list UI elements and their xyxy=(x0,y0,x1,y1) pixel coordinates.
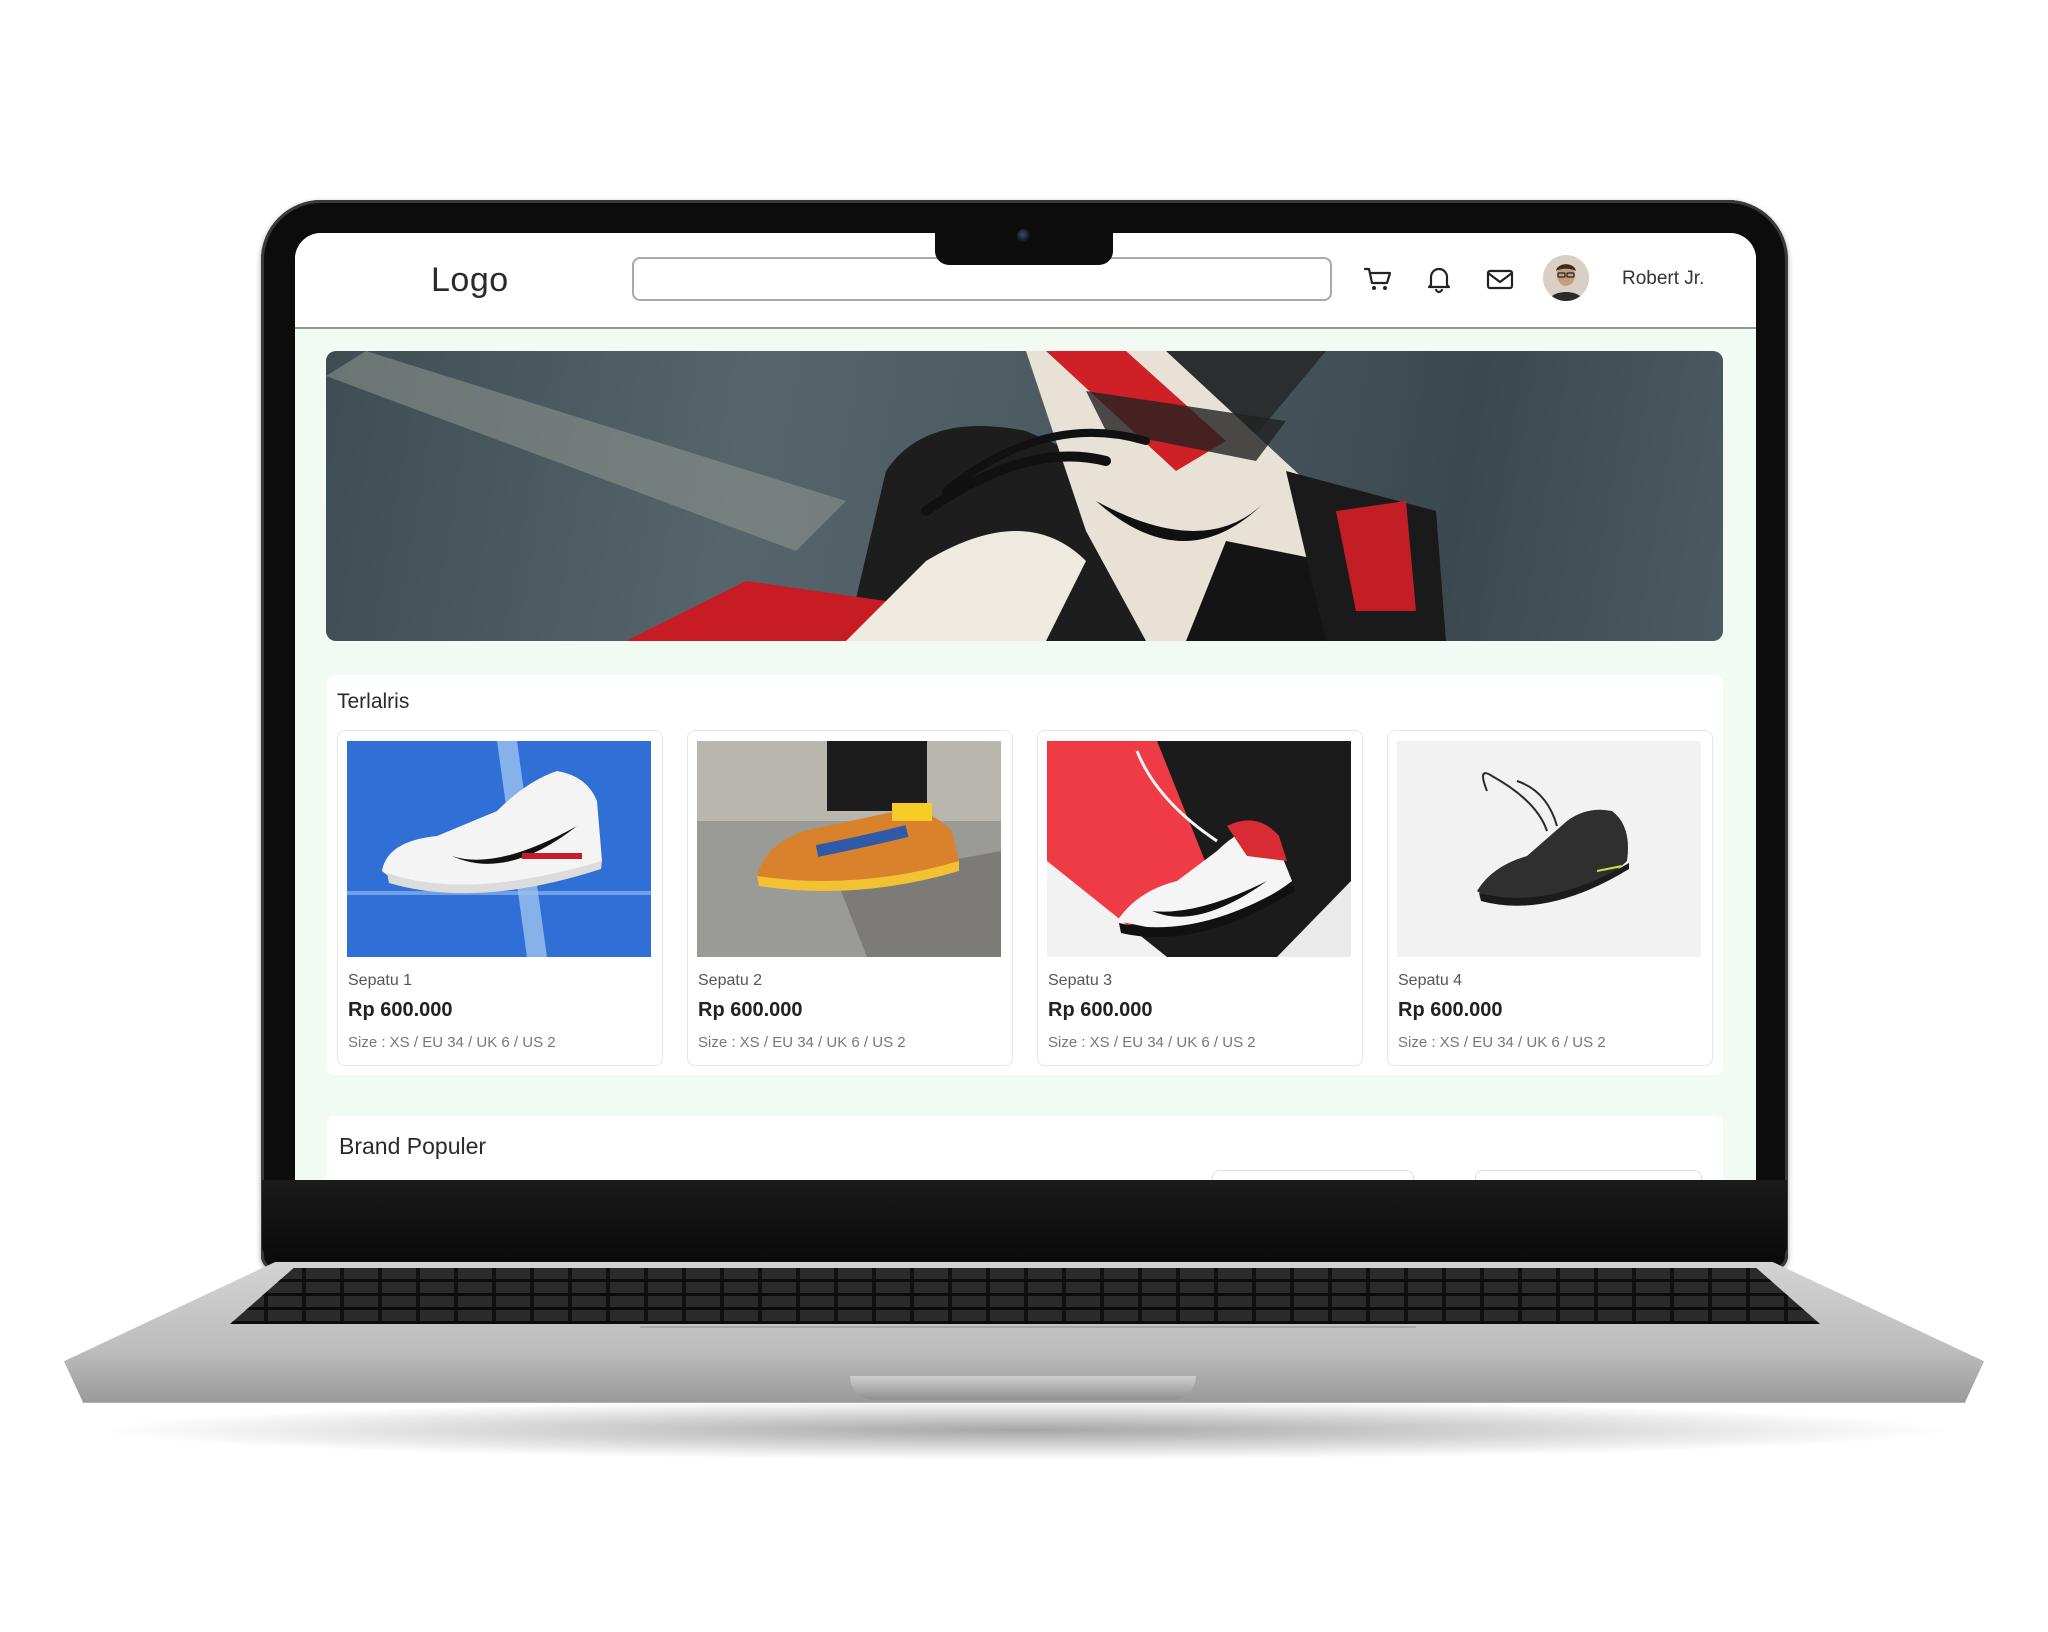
avatar[interactable] xyxy=(1543,255,1589,301)
product-size: Size : XS / EU 34 / UK 6 / US 2 xyxy=(1048,1034,1256,1051)
site-logo[interactable]: Logo xyxy=(431,261,509,300)
product-size: Size : XS / EU 34 / UK 6 / US 2 xyxy=(348,1034,556,1051)
bell-icon[interactable] xyxy=(1423,263,1455,295)
laptop-shadow xyxy=(90,1400,1960,1460)
laptop-lip xyxy=(850,1376,1196,1400)
product-price: Rp 600.000 xyxy=(1398,999,1503,1021)
laptop-chin xyxy=(262,1180,1787,1260)
laptop-keyboard-rows xyxy=(230,1268,1820,1324)
section-title-bestsellers: Terlalris xyxy=(337,690,410,713)
product-image[interactable] xyxy=(347,741,651,957)
brand-card[interactable] xyxy=(1475,1170,1702,1180)
product-price: Rp 600.000 xyxy=(698,999,803,1021)
user-name[interactable]: Robert Jr. xyxy=(1622,268,1704,290)
product-price: Rp 600.000 xyxy=(348,999,453,1021)
section-title-brands: Brand Populer xyxy=(339,1133,487,1159)
product-image[interactable] xyxy=(1397,741,1701,957)
product-image[interactable] xyxy=(1047,741,1351,957)
product-card[interactable]: Sepatu 3 Rp 600.000 Size : XS / EU 34 / … xyxy=(1037,730,1363,1066)
product-size: Size : XS / EU 34 / UK 6 / US 2 xyxy=(698,1034,906,1051)
product-card[interactable]: Sepatu 4 Rp 600.000 Size : XS / EU 34 / … xyxy=(1387,730,1713,1066)
product-price: Rp 600.000 xyxy=(1048,999,1153,1021)
product-size: Size : XS / EU 34 / UK 6 / US 2 xyxy=(1398,1034,1606,1051)
brand-card[interactable] xyxy=(1212,1170,1414,1180)
product-name: Sepatu 1 xyxy=(348,972,413,989)
product-name: Sepatu 2 xyxy=(698,972,763,989)
product-card[interactable]: Sepatu 1 Rp 600.000 Size : XS / EU 34 / … xyxy=(337,730,663,1066)
cart-icon[interactable] xyxy=(1362,263,1394,295)
mail-icon[interactable] xyxy=(1484,263,1516,295)
product-name: Sepatu 4 xyxy=(1398,972,1463,989)
product-name: Sepatu 3 xyxy=(1048,972,1113,989)
product-image[interactable] xyxy=(697,741,1001,957)
screen: Logo Robert Jr. Terlalris Sepatu 1 Rp 60… xyxy=(295,233,1756,1180)
webcam xyxy=(1017,229,1031,243)
laptop-trackpad xyxy=(616,1326,1440,1378)
hero-banner-image[interactable] xyxy=(326,351,1723,641)
product-card[interactable]: Sepatu 2 Rp 600.000 Size : XS / EU 34 / … xyxy=(687,730,1013,1066)
